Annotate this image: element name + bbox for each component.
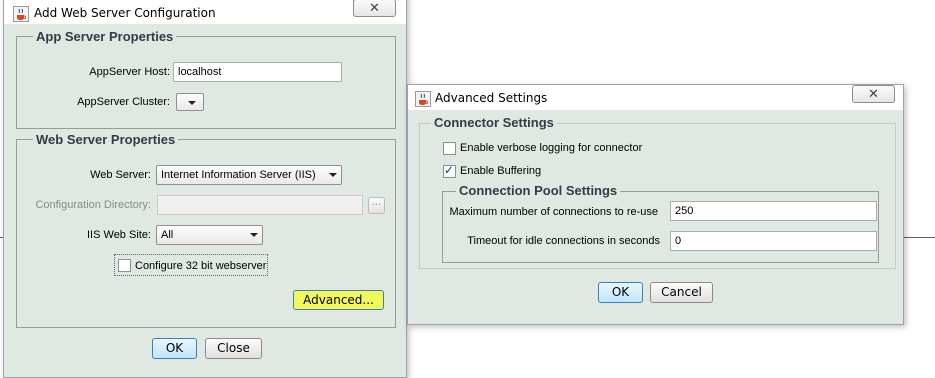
iis-web-site-value: All [161, 229, 174, 241]
browse-label: ... [371, 197, 382, 208]
web-dialog-close-button[interactable]: ✕ [353, 0, 396, 17]
checkmark-icon: ✓ [444, 163, 455, 177]
iis-web-site-dropdown[interactable]: All [156, 225, 263, 245]
app-server-legend: App Server Properties [33, 29, 177, 44]
configure-32bit-label[interactable]: Configure 32 bit webserver [135, 260, 266, 272]
appserver-host-label: AppServer Host: [89, 66, 170, 78]
adv-dialog-title: Advanced Settings [435, 91, 548, 105]
web-server-legend: Web Server Properties [33, 132, 179, 147]
verbose-logging-label[interactable]: Enable verbose logging for connector [460, 142, 642, 154]
connector-settings-legend: Connector Settings [431, 115, 557, 130]
java-cup-icon [13, 6, 29, 22]
appserver-cluster-dropdown[interactable] [176, 93, 204, 111]
cancel-label: Cancel [661, 285, 702, 299]
appserver-host-input[interactable]: localhost [173, 62, 342, 82]
close-x-icon: ✕ [868, 86, 879, 101]
idle-timeout-label: Timeout for idle connections in seconds [467, 235, 660, 247]
enable-buffering-label[interactable]: Enable Buffering [460, 165, 541, 177]
web-dialog-close-action-button[interactable]: Close [205, 338, 262, 359]
adv-dialog-titlebar[interactable]: Advanced Settings ✕ [408, 85, 903, 110]
configure-32bit-checkbox[interactable] [118, 259, 131, 272]
web-dialog-title: Add Web Server Configuration [34, 6, 216, 20]
config-directory-input[interactable] [157, 195, 363, 215]
adv-dialog-ok-button[interactable]: OK [598, 282, 643, 303]
appserver-cluster-label: AppServer Cluster: [77, 96, 170, 108]
close-x-icon: ✕ [369, 0, 380, 15]
app-server-panel [16, 36, 396, 129]
web-dialog-titlebar[interactable]: Add Web Server Configuration ✕ [4, 0, 406, 24]
web-dialog-ok-button[interactable]: OK [152, 338, 197, 359]
config-directory-label: Configuration Directory: [35, 199, 151, 211]
idle-timeout-input[interactable]: 0 [670, 231, 877, 251]
web-server-value: Internet Information Server (IIS) [161, 169, 316, 181]
advanced-button[interactable]: Advanced... [293, 290, 384, 310]
iis-web-site-label: IIS Web Site: [87, 229, 151, 241]
web-server-dropdown[interactable]: Internet Information Server (IIS) [156, 165, 342, 185]
background-divider-right [903, 237, 935, 238]
max-connections-input[interactable]: 250 [670, 201, 877, 221]
web-server-label: Web Server: [90, 169, 151, 181]
chevron-down-icon [250, 233, 258, 237]
verbose-logging-checkbox[interactable] [443, 142, 456, 155]
web-server-config-dialog: Add Web Server Configuration ✕ App Serve… [3, 0, 407, 378]
ok-label: OK [611, 285, 630, 299]
enable-buffering-checkbox[interactable]: ✓ [443, 163, 456, 178]
advanced-label: Advanced... [303, 293, 374, 307]
connection-pool-legend: Connection Pool Settings [456, 183, 621, 198]
adv-dialog-cancel-button[interactable]: Cancel [650, 282, 713, 303]
advanced-settings-dialog: Advanced Settings ✕ Connector Settings E… [407, 84, 904, 325]
adv-dialog-close-button[interactable]: ✕ [852, 85, 895, 103]
chevron-down-icon [329, 173, 337, 177]
max-connections-label: Maximum number of connections to re-use [449, 206, 658, 218]
close-label: Close [217, 341, 250, 355]
browse-directory-button[interactable]: ... [368, 197, 385, 214]
java-cup-icon [415, 91, 431, 107]
ok-label: OK [165, 341, 184, 355]
chevron-down-icon [188, 101, 196, 105]
